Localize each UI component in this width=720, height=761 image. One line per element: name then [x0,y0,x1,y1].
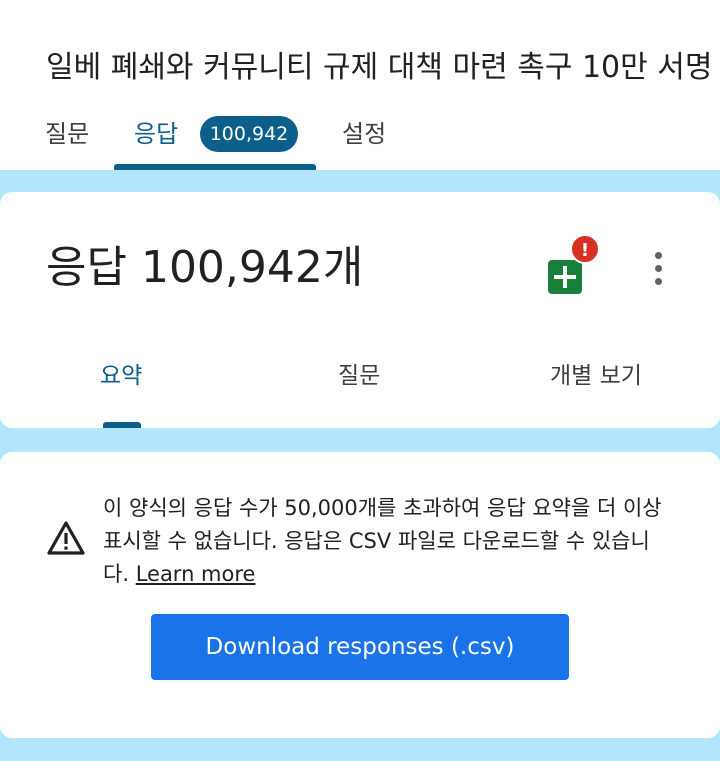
tab-settings[interactable]: 설정 [342,112,386,170]
responses-summary-card: 응답 100,942개 ! 요약 질문 개별 보기 [0,192,720,428]
alert-badge-icon: ! [570,234,600,264]
notice-message: 이 양식의 응답 수가 50,000개를 초과하여 응답 요약을 더 이상 표시… [103,492,673,591]
tab-questions[interactable]: 질문 [45,112,89,170]
summary-unavailable-notice: 이 양식의 응답 수가 50,000개를 초과하여 응답 요약을 더 이상 표시… [0,452,720,738]
form-title: 일베 폐쇄와 커뮤니티 규제 대책 마련 촉구 10만 서명 [46,50,713,85]
active-subtab-indicator [103,422,141,428]
tab-individual[interactable]: 개별 보기 [550,356,642,396]
form-tabs: 질문 응답 100,942 설정 [0,112,720,170]
responses-canvas: 응답 100,942개 ! 요약 질문 개별 보기 이 양식의 응답 수가 50… [0,170,720,761]
tab-responses[interactable]: 응답 100,942 [114,112,316,170]
google-sheets-icon [548,260,582,294]
learn-more-link[interactable]: Learn more [136,562,256,586]
tab-question[interactable]: 질문 [338,356,380,396]
tab-responses-label: 응답 [134,120,179,148]
link-to-sheets-button[interactable]: ! [548,234,600,294]
warning-icon [47,521,85,555]
form-header: 일베 폐쇄와 커뮤니티 규제 대책 마련 촉구 10만 서명 질문 응답 100… [0,0,720,170]
responses-count-badge: 100,942 [200,116,298,152]
more-vert-icon [655,252,662,259]
download-responses-button[interactable]: Download responses (.csv) [151,614,569,680]
more-options-button[interactable] [646,248,670,288]
tab-summary[interactable]: 요약 [100,356,142,396]
responses-count-title: 응답 100,942개 [46,242,364,293]
response-view-tabs: 요약 질문 개별 보기 [0,356,720,428]
